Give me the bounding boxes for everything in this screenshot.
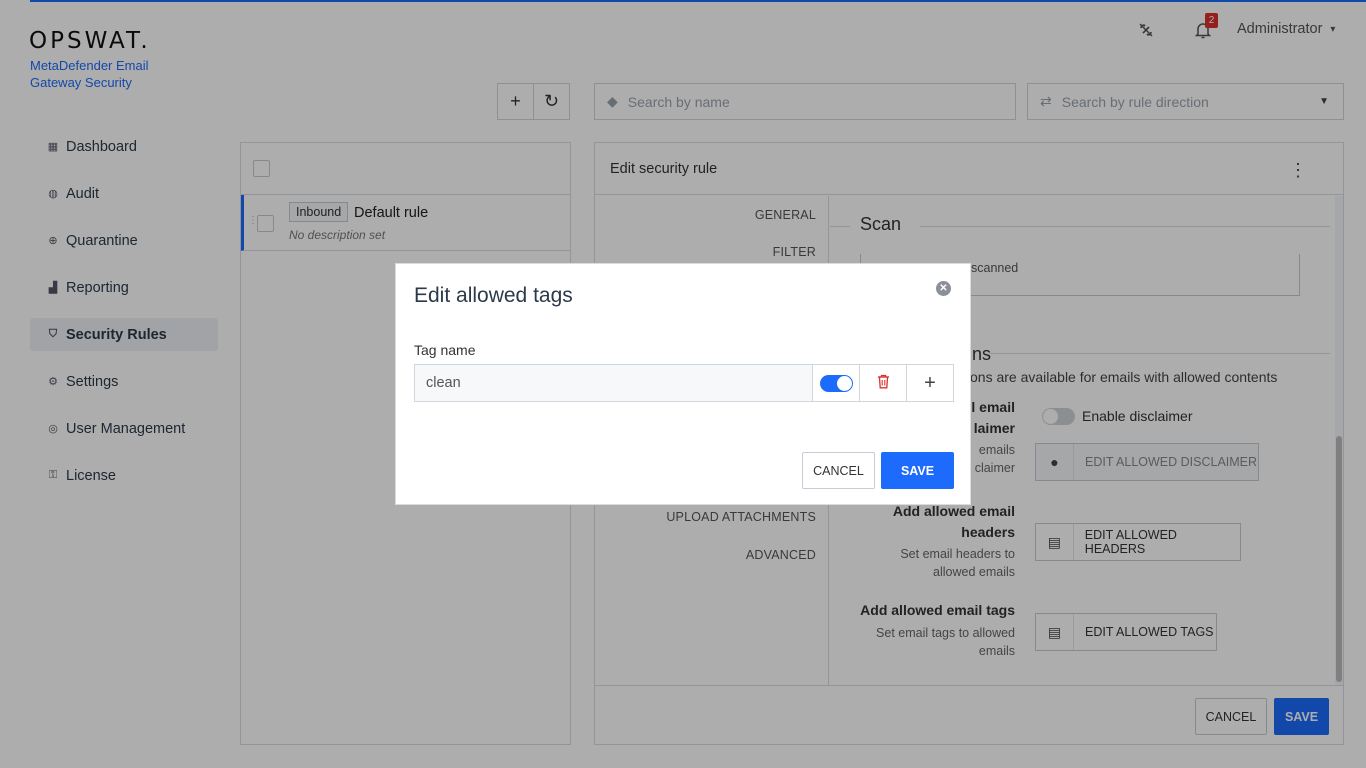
plus-icon: + <box>924 372 936 394</box>
tag-enabled-toggle[interactable] <box>819 374 853 392</box>
add-tag-button[interactable]: + <box>906 365 953 401</box>
delete-tag-button[interactable] <box>859 365 906 401</box>
dialog-save-button[interactable]: SAVE <box>881 452 954 489</box>
dialog-cancel-button[interactable]: CANCEL <box>802 452 875 489</box>
close-icon[interactable]: ✕ <box>936 281 951 296</box>
dialog-title: Edit allowed tags <box>414 284 573 307</box>
tag-name-label: Tag name <box>414 342 476 358</box>
tag-name-input[interactable] <box>415 365 812 401</box>
tag-row: + <box>414 364 954 402</box>
tag-toggle-cell <box>812 365 859 401</box>
trash-icon <box>877 374 890 393</box>
edit-allowed-tags-dialog: Edit allowed tags ✕ Tag name + CANCEL SA… <box>395 263 971 505</box>
